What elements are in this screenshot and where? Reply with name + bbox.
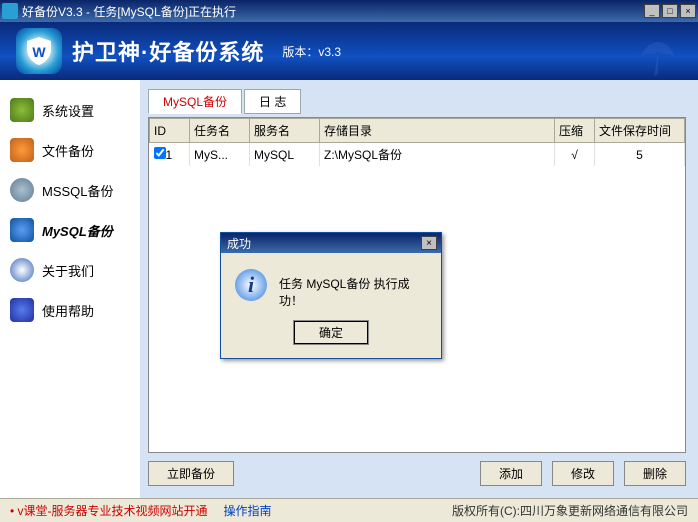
- sidebar-item-label: MySQL备份: [42, 221, 113, 240]
- row-checkbox[interactable]: [154, 147, 166, 159]
- col-retention[interactable]: 文件保存时间: [595, 119, 685, 143]
- cell-storage: Z:\MySQL备份: [320, 143, 555, 167]
- sidebar-item-label: 文件备份: [42, 141, 94, 160]
- dialog-title: 成功: [227, 235, 251, 252]
- app-title: 护卫神·好备份系统: [72, 35, 264, 67]
- window-titlebar: 好备份V3.3 - 任务[MySQL备份]正在执行 _ □ ×: [0, 0, 698, 22]
- table-row[interactable]: 1 MyS... MySQL Z:\MySQL备份 √ 5: [150, 143, 685, 167]
- backup-now-button[interactable]: 立即备份: [148, 461, 234, 486]
- delete-button[interactable]: 删除: [624, 461, 686, 486]
- cell-id: 1: [166, 148, 173, 162]
- maximize-button[interactable]: □: [662, 4, 678, 18]
- dialog-close-button[interactable]: ×: [421, 236, 437, 250]
- col-compress[interactable]: 压缩: [555, 119, 595, 143]
- edit-button[interactable]: 修改: [552, 461, 614, 486]
- col-storage[interactable]: 存储目录: [320, 119, 555, 143]
- sidebar-item-about[interactable]: 关于我们: [0, 250, 140, 290]
- info-icon: i: [235, 269, 267, 301]
- sidebar-item-label: 使用帮助: [42, 301, 94, 320]
- sidebar-item-settings[interactable]: 系统设置: [0, 90, 140, 130]
- sidebar-item-mssql-backup[interactable]: MSSQL备份: [0, 170, 140, 210]
- app-header: W 护卫神·好备份系统 版本：v3.3: [0, 22, 698, 80]
- add-button[interactable]: 添加: [480, 461, 542, 486]
- footer-link-vclass[interactable]: • v课堂-服务器专业技术视频网站开通: [10, 502, 208, 519]
- sidebar-item-help[interactable]: 使用帮助: [0, 290, 140, 330]
- sidebar-item-label: 系统设置: [42, 101, 94, 120]
- close-button[interactable]: ×: [680, 4, 696, 18]
- footer-link-guide[interactable]: 操作指南: [224, 502, 272, 519]
- sidebar-item-mysql-backup[interactable]: MySQL备份: [0, 210, 140, 250]
- tab-bar: MySQL备份 日 志: [148, 88, 686, 113]
- cell-service: MySQL: [250, 143, 320, 167]
- database-icon: [10, 178, 34, 202]
- app-icon: [2, 3, 18, 19]
- tab-mysql-backup[interactable]: MySQL备份: [148, 89, 242, 114]
- col-task[interactable]: 任务名: [190, 119, 250, 143]
- window-title: 好备份V3.3 - 任务[MySQL备份]正在执行: [22, 3, 644, 20]
- sidebar-item-label: MSSQL备份: [42, 181, 114, 200]
- umbrella-icon: [638, 38, 678, 78]
- sidebar-item-file-backup[interactable]: 文件备份: [0, 130, 140, 170]
- cell-retention: 5: [595, 143, 685, 167]
- app-logo: W: [16, 28, 62, 74]
- sidebar: 系统设置 文件备份 MSSQL备份 MySQL备份 关于我们 使用帮助: [0, 80, 140, 498]
- dolphin-icon: [10, 218, 34, 242]
- col-service[interactable]: 服务名: [250, 119, 320, 143]
- tab-log[interactable]: 日 志: [244, 89, 301, 114]
- status-bar: • v课堂-服务器专业技术视频网站开通 操作指南 版权所有(C):四川万象更新网…: [0, 498, 698, 522]
- minimize-button[interactable]: _: [644, 4, 660, 18]
- success-dialog: 成功 × i 任务 MySQL备份 执行成功！ 确定: [220, 232, 442, 359]
- footer-copyright: 版权所有(C):四川万象更新网络通信有限公司: [452, 502, 688, 519]
- dialog-ok-button[interactable]: 确定: [294, 321, 368, 344]
- app-version: 版本：v3.3: [282, 43, 341, 60]
- gear-icon: [10, 98, 34, 122]
- file-icon: [10, 138, 34, 162]
- about-icon: [10, 258, 34, 282]
- dialog-titlebar: 成功 ×: [221, 233, 441, 253]
- col-id[interactable]: ID: [150, 119, 190, 143]
- dialog-message: 任务 MySQL备份 执行成功！: [279, 269, 427, 309]
- svg-text:W: W: [32, 44, 46, 60]
- book-icon: [10, 298, 34, 322]
- cell-compress: √: [555, 143, 595, 167]
- cell-task: MyS...: [190, 143, 250, 167]
- sidebar-item-label: 关于我们: [42, 261, 94, 280]
